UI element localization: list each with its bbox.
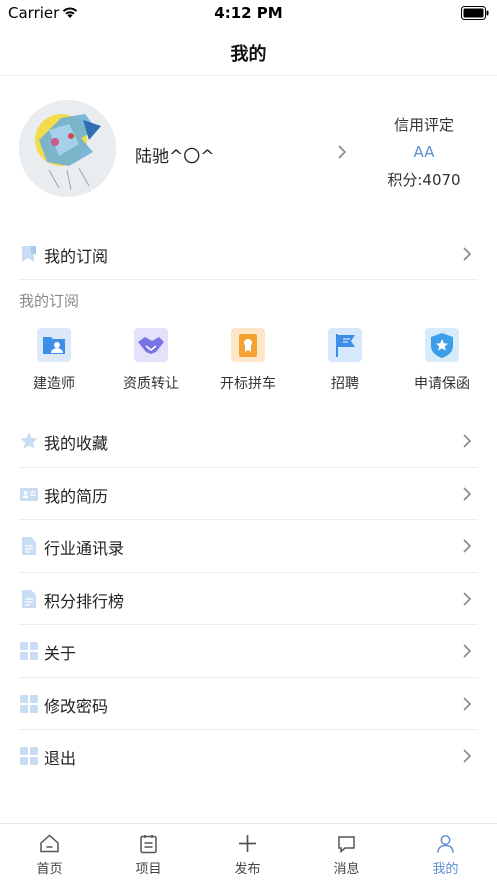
- menu-item-change-password[interactable]: 修改密码: [0, 678, 497, 730]
- menu-item-resume[interactable]: 我的简历: [0, 468, 497, 520]
- bookmark-icon: [22, 246, 36, 262]
- status-time: 4:12 PM: [214, 4, 283, 22]
- menu-item-label: 我的简历: [44, 486, 109, 506]
- section-label-subscription: 我的订阅: [19, 292, 80, 310]
- tab-label: 项目: [135, 862, 162, 877]
- tab-label: 消息: [333, 862, 360, 877]
- credit-points: 积分:4070: [387, 171, 461, 189]
- chevron-right-icon: [463, 486, 472, 501]
- quick-item-label: 开标拼车: [220, 376, 276, 392]
- tab-label: 我的: [432, 862, 459, 877]
- tab-bar: 首页 项目 发布 消息 我的: [0, 823, 497, 883]
- quick-item-label: 招聘: [331, 376, 359, 392]
- user-icon: [437, 835, 454, 853]
- chevron-right-icon: [463, 591, 472, 606]
- home-icon: [40, 834, 59, 853]
- quick-item-label: 资质转让: [123, 376, 179, 392]
- chevron-right-icon: [463, 434, 472, 448]
- menu-item-label: 退出: [44, 749, 77, 768]
- avatar-image: [19, 100, 116, 197]
- document-icon: [22, 589, 36, 608]
- handshake-icon: [134, 328, 168, 362]
- quick-item-qualification-transfer[interactable]: 资质转让: [106, 325, 196, 395]
- menu-item-points-ranking[interactable]: 积分排行榜: [0, 573, 497, 625]
- quick-item-label: 申请保函: [414, 376, 470, 392]
- grid-icon: [20, 747, 38, 765]
- quick-item-recruit[interactable]: 招聘: [300, 325, 390, 395]
- menu-item-subscription[interactable]: 我的订阅: [0, 228, 497, 280]
- tab-home[interactable]: 首页: [0, 824, 99, 883]
- certificate-icon: [231, 328, 265, 362]
- tab-messages[interactable]: 消息: [297, 824, 396, 883]
- resume-card-icon: [20, 487, 38, 501]
- star-icon: [20, 432, 38, 449]
- shield-star-icon: [425, 328, 459, 362]
- chevron-right-icon: [463, 247, 472, 261]
- credit-panel: 信用评定 AA 积分:4070: [374, 114, 474, 190]
- chevron-right-icon: [463, 696, 472, 711]
- menu-item-logout[interactable]: 退出: [0, 730, 497, 783]
- chevron-right-icon: [463, 539, 472, 553]
- chevron-right-icon: [463, 749, 472, 763]
- menu-item-label: 我的收藏: [44, 434, 109, 453]
- quick-item-guarantee[interactable]: 申请保函: [397, 325, 487, 395]
- message-icon: [338, 836, 355, 854]
- quick-item-label: 建造师: [33, 376, 75, 392]
- credit-grade: AA: [413, 143, 435, 161]
- battery-icon: [461, 6, 489, 20]
- menu-item-label: 行业通讯录: [44, 539, 125, 558]
- menu-item-label: 关于: [44, 644, 77, 663]
- menu-item-label: 修改密码: [44, 696, 109, 716]
- grid-icon: [20, 642, 38, 660]
- document-icon: [22, 537, 36, 555]
- tab-mine[interactable]: 我的: [396, 824, 495, 883]
- menu-item-label: 积分排行榜: [44, 591, 125, 611]
- quick-item-architect[interactable]: 建造师: [9, 325, 99, 395]
- nav-bar: 我的: [0, 26, 497, 76]
- recruit-flag-icon: [328, 328, 362, 362]
- avatar[interactable]: [19, 100, 116, 197]
- tab-publish[interactable]: 发布: [198, 824, 297, 883]
- profile-card[interactable]: 陆驰^〇^ 信用评定 AA 积分:4070: [0, 96, 497, 206]
- chevron-right-icon: [463, 644, 472, 658]
- grid-icon: [20, 694, 38, 713]
- quick-item-bid-carpool[interactable]: 开标拼车: [203, 325, 293, 395]
- status-bar: Carrier 4:12 PM: [0, 0, 497, 26]
- plus-icon: [239, 835, 256, 852]
- menu-item-directory[interactable]: 行业通讯录: [0, 520, 497, 573]
- divider: [19, 279, 478, 280]
- menu-item-about[interactable]: 关于: [0, 625, 497, 678]
- menu-list: 我的收藏 我的简历 行业通讯录 积分排行榜 关于 修改密码 退出: [0, 415, 497, 783]
- tab-projects[interactable]: 项目: [99, 824, 198, 883]
- tab-label: 发布: [234, 862, 261, 877]
- credit-title: 信用评定: [393, 116, 454, 134]
- menu-item-label: 我的订阅: [44, 247, 109, 266]
- clipboard-icon: [140, 835, 157, 854]
- profile-name: 陆驰^〇^: [135, 147, 215, 167]
- architect-card-icon: [37, 328, 71, 362]
- tab-label: 首页: [36, 862, 63, 877]
- chevron-right-icon[interactable]: [337, 144, 347, 160]
- page-title: 我的: [230, 44, 267, 65]
- subscription-grid: 建造师 资质转让 开标拼车 招聘 申请保函: [0, 325, 497, 395]
- menu-item-favorites[interactable]: 我的收藏: [0, 415, 497, 468]
